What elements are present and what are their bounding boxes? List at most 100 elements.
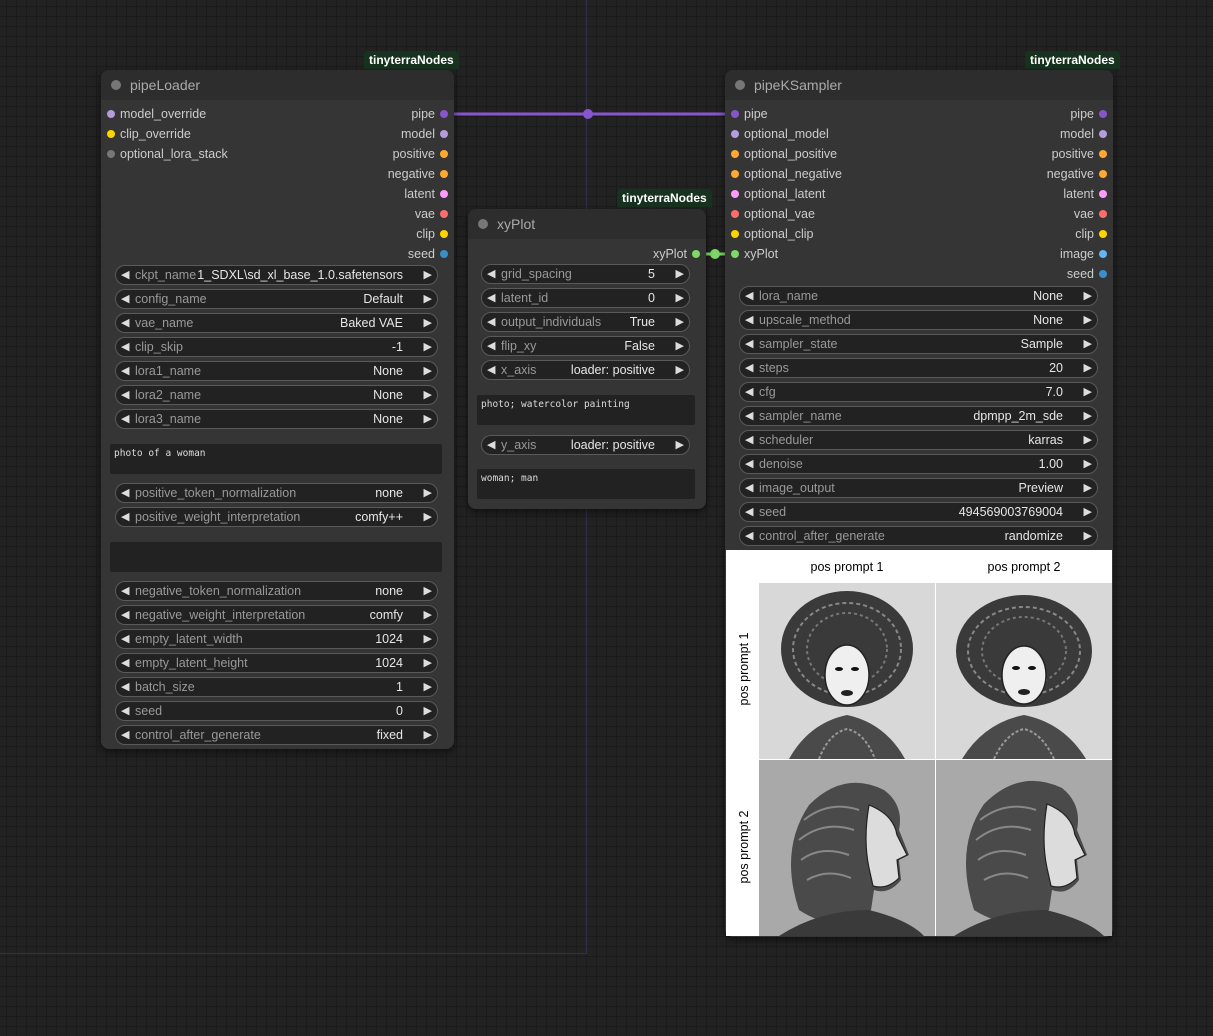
decrement-arrow-icon[interactable]: ◀ [121,290,129,308]
widget-ckpt-name[interactable]: ◀ ckpt_name 1_SDXL\sd_xl_base_1.0.safetens… [115,265,438,285]
slot-dot-icon[interactable] [440,130,448,138]
widget-flip-xy[interactable]: ◀ flip_xy False ▶ [481,336,690,356]
widget-lora2-name[interactable]: ◀ lora2_name None ▶ [115,385,438,405]
decrement-arrow-icon[interactable]: ◀ [745,431,753,449]
decrement-arrow-icon[interactable]: ◀ [487,265,495,283]
pipeksampler-titlebar[interactable]: pipeKSampler [725,70,1113,100]
widget-cfg[interactable]: ◀ cfg 7.0 ▶ [739,382,1098,402]
increment-arrow-icon[interactable]: ▶ [424,630,432,648]
decrement-arrow-icon[interactable]: ◀ [121,702,129,720]
pipeloader-titlebar[interactable]: pipeLoader [101,70,454,100]
increment-arrow-icon[interactable]: ▶ [1084,287,1092,305]
output-slot-vae[interactable]: vae [913,204,1113,224]
output-slot-positive[interactable]: positive [913,144,1113,164]
decrement-arrow-icon[interactable]: ◀ [745,359,753,377]
y-values-textarea[interactable]: woman; man [477,469,695,499]
decrement-arrow-icon[interactable]: ◀ [745,311,753,329]
slot-dot-icon[interactable] [731,230,739,238]
widget-control-after-generate[interactable]: ◀ control_after_generate randomize ▶ [739,526,1098,546]
decrement-arrow-icon[interactable]: ◀ [121,386,129,404]
widget-image-output[interactable]: ◀ image_output Preview ▶ [739,478,1098,498]
collapse-dot-icon[interactable] [478,219,488,229]
output-slot-image[interactable]: image [913,244,1113,264]
slot-dot-icon[interactable] [440,250,448,258]
output-slot-latent[interactable]: latent [913,184,1113,204]
slot-dot-icon[interactable] [1099,170,1107,178]
output-slot-negative[interactable]: negative [254,164,454,184]
increment-arrow-icon[interactable]: ▶ [1084,527,1092,545]
slot-dot-icon[interactable] [1099,110,1107,118]
increment-arrow-icon[interactable]: ▶ [424,508,432,526]
widget-sampler-state[interactable]: ◀ sampler_state Sample ▶ [739,334,1098,354]
increment-arrow-icon[interactable]: ▶ [1084,479,1092,497]
increment-arrow-icon[interactable]: ▶ [424,606,432,624]
decrement-arrow-icon[interactable]: ◀ [745,383,753,401]
increment-arrow-icon[interactable]: ▶ [676,289,684,307]
slot-dot-icon[interactable] [440,190,448,198]
increment-arrow-icon[interactable]: ▶ [424,678,432,696]
positive-prompt-textarea[interactable]: photo of a woman [110,444,442,474]
output-slot-seed[interactable]: seed [254,244,454,264]
slot-dot-icon[interactable] [440,110,448,118]
widget-upscale-method[interactable]: ◀ upscale_method None ▶ [739,310,1098,330]
increment-arrow-icon[interactable]: ▶ [424,410,432,428]
increment-arrow-icon[interactable]: ▶ [1084,335,1092,353]
increment-arrow-icon[interactable]: ▶ [1084,383,1092,401]
output-slot-seed[interactable]: seed [913,264,1113,284]
xyplot-titlebar[interactable]: xyPlot [468,209,706,239]
slot-dot-icon[interactable] [1099,270,1107,278]
increment-arrow-icon[interactable]: ▶ [1084,455,1092,473]
widget-seed[interactable]: ◀ seed 494569003769004 ▶ [739,502,1098,522]
slot-dot-icon[interactable] [1099,130,1107,138]
widget-clip-skip[interactable]: ◀ clip_skip -1 ▶ [115,337,438,357]
pipeloader-node[interactable]: pipeLoader photo of a woman model_overri… [101,70,454,749]
slot-dot-icon[interactable] [107,110,115,118]
increment-arrow-icon[interactable]: ▶ [676,313,684,331]
collapse-dot-icon[interactable] [111,80,121,90]
widget-vae-name[interactable]: ◀ vae_name Baked VAE ▶ [115,313,438,333]
increment-arrow-icon[interactable]: ▶ [424,386,432,404]
slot-dot-icon[interactable] [1099,190,1107,198]
decrement-arrow-icon[interactable]: ◀ [487,436,495,454]
increment-arrow-icon[interactable]: ▶ [424,702,432,720]
slot-dot-icon[interactable] [731,130,739,138]
decrement-arrow-icon[interactable]: ◀ [121,484,129,502]
widget-config-name[interactable]: ◀ config_name Default ▶ [115,289,438,309]
widget-denoise[interactable]: ◀ denoise 1.00 ▶ [739,454,1098,474]
slot-dot-icon[interactable] [440,170,448,178]
decrement-arrow-icon[interactable]: ◀ [121,582,129,600]
increment-arrow-icon[interactable]: ▶ [424,484,432,502]
widget-negative-weight-interpretation[interactable]: ◀ negative_weight_interpretation comfy ▶ [115,605,438,625]
decrement-arrow-icon[interactable]: ◀ [487,289,495,307]
output-slot-latent[interactable]: latent [254,184,454,204]
decrement-arrow-icon[interactable]: ◀ [487,361,495,379]
slot-dot-icon[interactable] [440,230,448,238]
decrement-arrow-icon[interactable]: ◀ [121,606,129,624]
decrement-arrow-icon[interactable]: ◀ [745,455,753,473]
slot-dot-icon[interactable] [1099,230,1107,238]
increment-arrow-icon[interactable]: ▶ [676,265,684,283]
output-slot-negative[interactable]: negative [913,164,1113,184]
increment-arrow-icon[interactable]: ▶ [424,362,432,380]
increment-arrow-icon[interactable]: ▶ [424,654,432,672]
slot-dot-icon[interactable] [1099,210,1107,218]
increment-arrow-icon[interactable]: ▶ [1084,431,1092,449]
widget-lora3-name[interactable]: ◀ lora3_name None ▶ [115,409,438,429]
widget-lora1-name[interactable]: ◀ lora1_name None ▶ [115,361,438,381]
decrement-arrow-icon[interactable]: ◀ [121,678,129,696]
output-slot-model[interactable]: model [913,124,1113,144]
widget-negative-token-normalization[interactable]: ◀ negative_token_normalization none ▶ [115,581,438,601]
decrement-arrow-icon[interactable]: ◀ [487,313,495,331]
increment-arrow-icon[interactable]: ▶ [424,314,432,332]
decrement-arrow-icon[interactable]: ◀ [121,266,129,284]
slot-dot-icon[interactable] [1099,250,1107,258]
decrement-arrow-icon[interactable]: ◀ [121,338,129,356]
output-slot-positive[interactable]: positive [254,144,454,164]
increment-arrow-icon[interactable]: ▶ [676,436,684,454]
negative-prompt-textarea[interactable] [110,542,442,572]
slot-dot-icon[interactable] [731,150,739,158]
widget-output-individuals[interactable]: ◀ output_individuals True ▶ [481,312,690,332]
widget-x-axis[interactable]: ◀ x_axis loader: positive ▶ [481,360,690,380]
collapse-dot-icon[interactable] [735,80,745,90]
slot-dot-icon[interactable] [731,210,739,218]
